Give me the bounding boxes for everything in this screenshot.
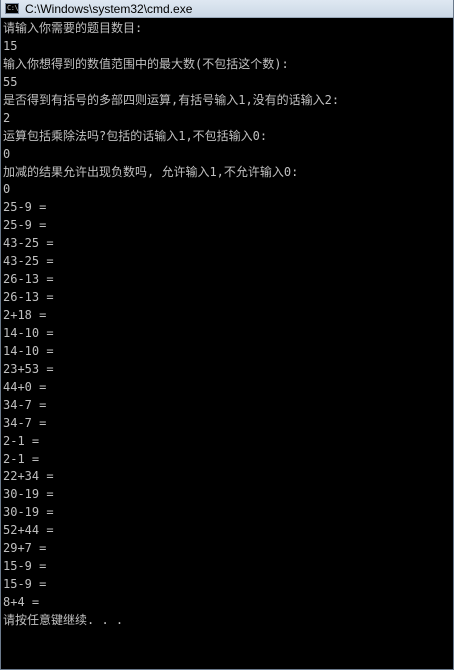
console-line: 0 [3, 182, 11, 197]
console-prompt-line: 请按任意键继续. . . [3, 612, 124, 627]
console-line: 26-13 = [3, 272, 54, 287]
console-line: 0 [3, 146, 11, 161]
console-output[interactable]: 请输入你需要的题目数目: 15 输入你想得到的数值范围中的最大数(不包括这个数)… [3, 20, 451, 630]
console-line: 14-10 = [3, 343, 54, 358]
console-line: 14-10 = [3, 325, 54, 340]
console-line: 是否得到有括号的多部四则运算,有括号输入1,没有的话输入2: [3, 92, 340, 107]
console-line: 22+34 = [3, 469, 54, 484]
cmd-window: C:\ C:\Windows\system32\cmd.exe 请输入你需要的题… [0, 0, 454, 670]
console-line: 29+7 = [3, 541, 47, 556]
console-line: 44+0 = [3, 379, 47, 394]
console-line: 34-7 = [3, 415, 47, 430]
console-line: 2-1 = [3, 451, 40, 466]
console-line: 2-1 = [3, 433, 40, 448]
console-line: 26-13 = [3, 290, 54, 305]
console-line: 15-9 = [3, 559, 47, 574]
console-line: 34-7 = [3, 397, 47, 412]
console-line: 2 [3, 110, 11, 125]
title-bar[interactable]: C:\ C:\Windows\system32\cmd.exe [1, 0, 453, 18]
console-line: 加减的结果允许出现负数吗, 允许输入1,不允许输入0: [3, 164, 299, 179]
console-line: 25-9 = [3, 218, 47, 233]
console-line: 43-25 = [3, 236, 54, 251]
console-line: 输入你想得到的数值范围中的最大数(不包括这个数): [3, 56, 289, 71]
console-line: 运算包括乘除法吗?包括的话输入1,不包括输入0: [3, 128, 268, 143]
console-line: 30-19 = [3, 487, 54, 502]
console-line: 55 [3, 74, 18, 89]
window-title: C:\Windows\system32\cmd.exe [25, 2, 193, 16]
console-line: 15-9 = [3, 577, 47, 592]
console-line: 52+44 = [3, 523, 54, 538]
console-line: 8+4 = [3, 595, 40, 609]
console-line: 23+53 = [3, 361, 54, 376]
console-line: 请输入你需要的题目数目: [3, 21, 143, 35]
console-line: 15 [3, 38, 18, 53]
cmd-icon: C:\ [5, 3, 19, 14]
console-line: 25-9 = [3, 200, 47, 215]
console-line: 43-25 = [3, 254, 54, 269]
console-line: 30-19 = [3, 505, 54, 520]
console-line: 2+18 = [3, 308, 47, 322]
